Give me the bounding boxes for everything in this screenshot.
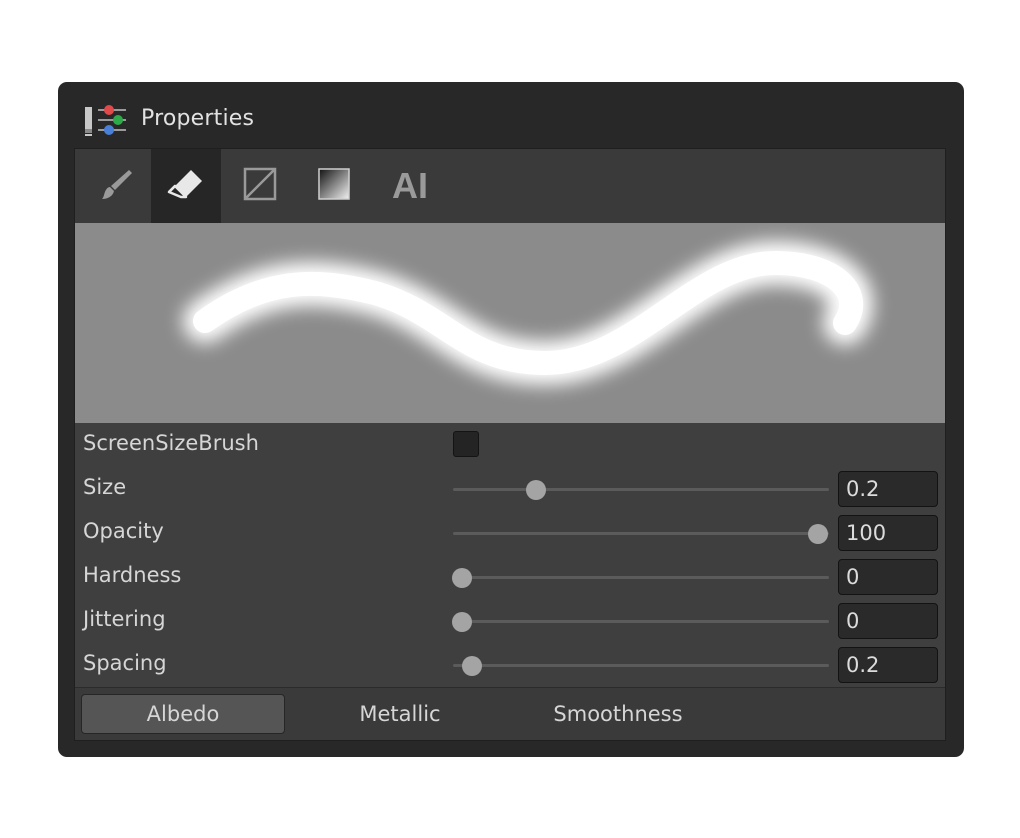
tab-smoothness[interactable]: Smoothness <box>525 694 711 734</box>
property-row-screen-size-brush: ScreenSizeBrush <box>75 423 945 467</box>
spacing-label: Spacing <box>83 651 167 675</box>
tool-no-fill[interactable] <box>225 149 295 223</box>
tool-eraser[interactable] <box>151 149 221 223</box>
hardness-slider-track <box>453 576 829 579</box>
brush-icon <box>98 166 134 206</box>
window-title: Properties <box>141 106 255 131</box>
tab-metallic[interactable]: Metallic <box>307 694 493 734</box>
spacing-slider-thumb[interactable] <box>461 656 482 676</box>
properties-sliders-icon <box>84 104 128 138</box>
jittering-slider-thumb[interactable] <box>452 612 473 632</box>
size-slider-track <box>453 488 829 491</box>
hardness-label: Hardness <box>83 563 182 587</box>
opacity-value-field[interactable]: 100 <box>838 515 938 551</box>
hardness-slider[interactable] <box>452 568 829 588</box>
hardness-slider-thumb[interactable] <box>452 568 473 588</box>
eraser-icon <box>166 166 206 206</box>
size-label: Size <box>83 475 127 499</box>
size-slider-thumb[interactable] <box>525 480 546 500</box>
property-row-opacity: Opacity 100 <box>75 511 945 555</box>
tool-brush[interactable] <box>81 149 151 223</box>
property-row-jittering: Jittering 0 <box>75 599 945 643</box>
channel-tab-bar: Albedo Metallic Smoothness <box>75 687 945 740</box>
jittering-slider-track <box>453 620 829 623</box>
property-row-spacing: Spacing 0.2 <box>75 643 945 687</box>
no-fill-icon <box>243 167 277 205</box>
size-slider[interactable] <box>453 480 829 500</box>
tab-albedo[interactable]: Albedo <box>81 694 285 734</box>
spacing-slider[interactable] <box>453 656 829 676</box>
opacity-slider-thumb[interactable] <box>807 524 828 544</box>
opacity-slider[interactable] <box>453 524 829 544</box>
hardness-value-field[interactable]: 0 <box>838 559 938 595</box>
tool-bar: AI <box>75 149 945 223</box>
screen-size-brush-label: ScreenSizeBrush <box>83 431 259 455</box>
ai-tool-label: AI <box>392 165 428 206</box>
size-value-field[interactable]: 0.2 <box>838 471 938 507</box>
opacity-slider-track <box>453 532 829 535</box>
property-row-size: Size 0.2 <box>75 467 945 511</box>
properties-window: Properties AI ScreenSizeBrush Size 0.2 O… <box>58 82 964 757</box>
property-list: ScreenSizeBrush Size 0.2 Opacity 100 Har… <box>75 423 945 687</box>
gradient-icon <box>317 167 351 205</box>
spacing-slider-track <box>453 664 829 667</box>
brush-properties-panel: AI ScreenSizeBrush Size 0.2 Opacity 100 … <box>74 148 946 741</box>
screen-size-brush-checkbox[interactable] <box>453 431 479 457</box>
tool-gradient[interactable] <box>299 149 369 223</box>
spacing-value-field[interactable]: 0.2 <box>838 647 938 683</box>
jittering-value-field[interactable]: 0 <box>838 603 938 639</box>
tool-ai[interactable]: AI <box>375 149 445 223</box>
brush-stroke-preview <box>75 223 945 423</box>
opacity-label: Opacity <box>83 519 164 543</box>
property-row-hardness: Hardness 0 <box>75 555 945 599</box>
jittering-label: Jittering <box>83 607 166 631</box>
window-titlebar: Properties <box>58 82 964 148</box>
jittering-slider[interactable] <box>452 612 829 632</box>
